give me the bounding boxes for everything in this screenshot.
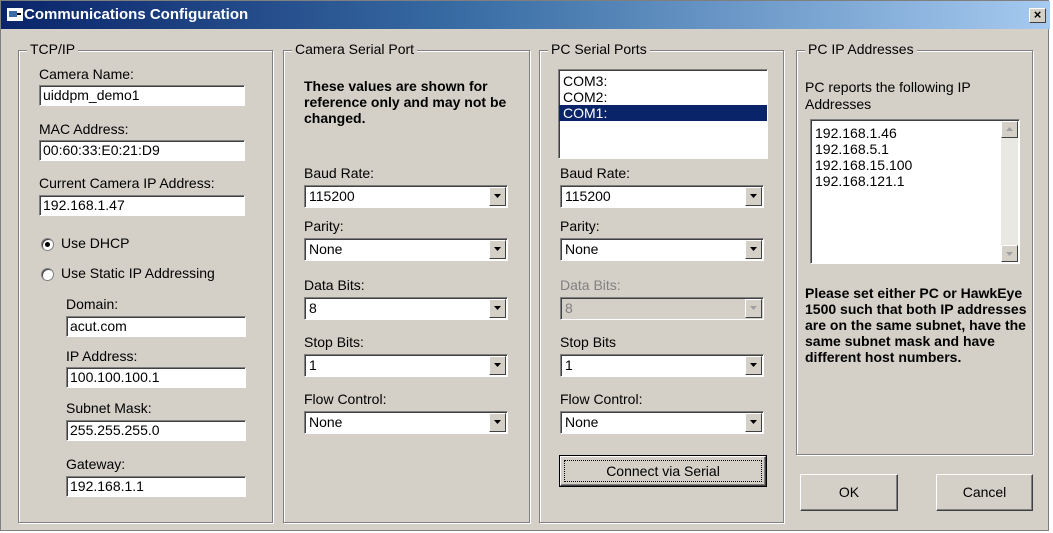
pc-baud-select[interactable]: 115200 xyxy=(560,185,764,208)
camera-parity-select[interactable]: None xyxy=(304,238,508,261)
communications-dialog: Communications Configuration × TCP/IP Ca… xyxy=(0,0,1050,531)
pc-flow-value: None xyxy=(565,414,599,430)
app-icon xyxy=(7,8,23,21)
camera-stopbits-value: 1 xyxy=(309,357,317,373)
chevron-down-icon[interactable] xyxy=(489,356,506,375)
dhcp-label[interactable]: Use DHCP xyxy=(61,235,129,251)
com-port-list[interactable]: COM3: COM2: COM1: xyxy=(558,69,768,159)
list-item-ip[interactable]: 192.168.15.100 xyxy=(811,157,1019,173)
chevron-up-icon xyxy=(1006,127,1013,131)
pc-flow-select[interactable]: None xyxy=(560,411,764,434)
radio-selected-dot xyxy=(45,242,50,247)
mac-address-label: MAC Address: xyxy=(39,121,129,137)
pc-databits-label: Data Bits: xyxy=(560,277,621,293)
subnet-mask-label: Subnet Mask: xyxy=(66,400,152,416)
pc-ip-list[interactable]: 192.168.1.46 192.168.5.1 192.168.15.100 … xyxy=(810,119,1020,264)
current-ip-field[interactable]: 192.168.1.47 xyxy=(39,195,245,216)
close-icon: × xyxy=(1033,7,1042,22)
focus-rectangle xyxy=(564,460,762,482)
subnet-mask-field[interactable]: 255.255.255.0 xyxy=(66,420,246,441)
scroll-down-button[interactable] xyxy=(1001,245,1018,262)
scroll-up-button[interactable] xyxy=(1001,121,1018,138)
camera-name-field[interactable]: uiddpm_demo1 xyxy=(39,85,245,106)
pc-databits-select: 8 xyxy=(560,297,764,320)
gateway-field[interactable]: 192.168.1.1 xyxy=(66,476,246,497)
camera-parity-value: None xyxy=(309,241,343,257)
camera-serial-group: Camera Serial Port These values are show… xyxy=(283,41,530,523)
ok-button[interactable]: OK xyxy=(800,474,898,511)
camera-databits-value: 8 xyxy=(309,300,317,316)
gateway-label: Gateway: xyxy=(66,456,126,472)
camera-baud-select[interactable]: 115200 xyxy=(304,185,508,208)
ip-address-label: IP Address: xyxy=(66,348,138,364)
chevron-down-icon[interactable] xyxy=(489,187,506,206)
chevron-down-icon[interactable] xyxy=(745,413,762,432)
pc-flow-label: Flow Control: xyxy=(560,391,643,407)
list-item-com2[interactable]: COM2: xyxy=(559,89,767,105)
camera-stopbits-select[interactable]: 1 xyxy=(304,354,508,377)
list-item-ip[interactable]: 192.168.121.1 xyxy=(811,173,1019,189)
ip-list-scrollbar[interactable] xyxy=(1001,121,1018,262)
camera-databits-label: Data Bits: xyxy=(304,277,365,293)
static-ip-radio[interactable] xyxy=(41,268,54,281)
pc-stopbits-value: 1 xyxy=(565,357,573,373)
mac-address-field[interactable]: 00:60:33:E0:21:D9 xyxy=(39,140,245,161)
pc-stopbits-label: Stop Bits xyxy=(560,334,617,350)
pc-serial-legend: PC Serial Ports xyxy=(548,41,650,57)
domain-label: Domain: xyxy=(66,296,119,312)
chevron-down-icon[interactable] xyxy=(745,240,762,259)
chevron-down-icon xyxy=(1006,252,1013,256)
pc-baud-value: 115200 xyxy=(565,188,611,204)
pc-ip-group: PC IP Addresses PC reports the following… xyxy=(796,41,1033,455)
chevron-down-icon[interactable] xyxy=(489,299,506,318)
camera-flow-value: None xyxy=(309,414,343,430)
pc-stopbits-select[interactable]: 1 xyxy=(560,354,764,377)
list-item-ip[interactable]: 192.168.1.46 xyxy=(811,125,1019,141)
chevron-down-icon[interactable] xyxy=(745,356,762,375)
tcpip-legend: TCP/IP xyxy=(27,41,79,57)
camera-name-label: Camera Name: xyxy=(39,66,134,82)
window-title: Communications Configuration xyxy=(24,6,249,23)
camera-parity-label: Parity: xyxy=(304,218,344,234)
static-ip-label[interactable]: Use Static IP Addressing xyxy=(61,265,215,281)
pc-parity-value: None xyxy=(565,241,599,257)
camera-baud-value: 115200 xyxy=(309,188,355,204)
camera-serial-legend: Camera Serial Port xyxy=(292,41,418,57)
domain-field[interactable]: acut.com xyxy=(66,316,246,337)
ok-label: OK xyxy=(838,484,860,500)
list-item-com3[interactable]: COM3: xyxy=(559,73,767,89)
connect-via-serial-button[interactable]: Connect via Serial xyxy=(559,455,767,487)
camera-stopbits-label: Stop Bits: xyxy=(304,334,364,350)
pc-baud-label: Baud Rate: xyxy=(560,165,631,181)
pc-parity-select[interactable]: None xyxy=(560,238,764,261)
pc-databits-value: 8 xyxy=(565,300,573,316)
ip-address-field[interactable]: 100.100.100.1 xyxy=(66,367,246,388)
camera-databits-select[interactable]: 8 xyxy=(304,297,508,320)
close-button[interactable]: × xyxy=(1029,8,1046,23)
chevron-down-icon xyxy=(745,299,762,318)
camera-baud-label: Baud Rate: xyxy=(304,165,375,181)
list-item-ip[interactable]: 192.168.5.1 xyxy=(811,141,1019,157)
tcpip-group: TCP/IP Camera Name: uiddpm_demo1 MAC Add… xyxy=(18,41,273,523)
pc-ip-legend: PC IP Addresses xyxy=(805,41,917,57)
cancel-button[interactable]: Cancel xyxy=(936,474,1033,511)
camera-flow-select[interactable]: None xyxy=(304,411,508,434)
list-item-com1[interactable]: COM1: xyxy=(559,105,767,121)
pc-ip-intro: PC reports the following IP Addresses xyxy=(805,79,971,112)
camera-flow-label: Flow Control: xyxy=(304,391,387,407)
pc-parity-label: Parity: xyxy=(560,218,600,234)
subnet-warning-note: Please set either PC or HawkEye 1500 suc… xyxy=(805,285,1027,365)
chevron-down-icon[interactable] xyxy=(745,187,762,206)
pc-serial-group: PC Serial Ports COM3: COM2: COM1: Baud R… xyxy=(539,41,784,523)
cancel-label: Cancel xyxy=(962,484,1007,500)
chevron-down-icon[interactable] xyxy=(489,240,506,259)
chevron-down-icon[interactable] xyxy=(489,413,506,432)
dhcp-radio[interactable] xyxy=(41,238,54,251)
title-bar[interactable]: Communications Configuration × xyxy=(1,1,1050,29)
reference-only-note: These values are shown for reference onl… xyxy=(304,78,507,126)
current-ip-label: Current Camera IP Address: xyxy=(39,175,215,191)
